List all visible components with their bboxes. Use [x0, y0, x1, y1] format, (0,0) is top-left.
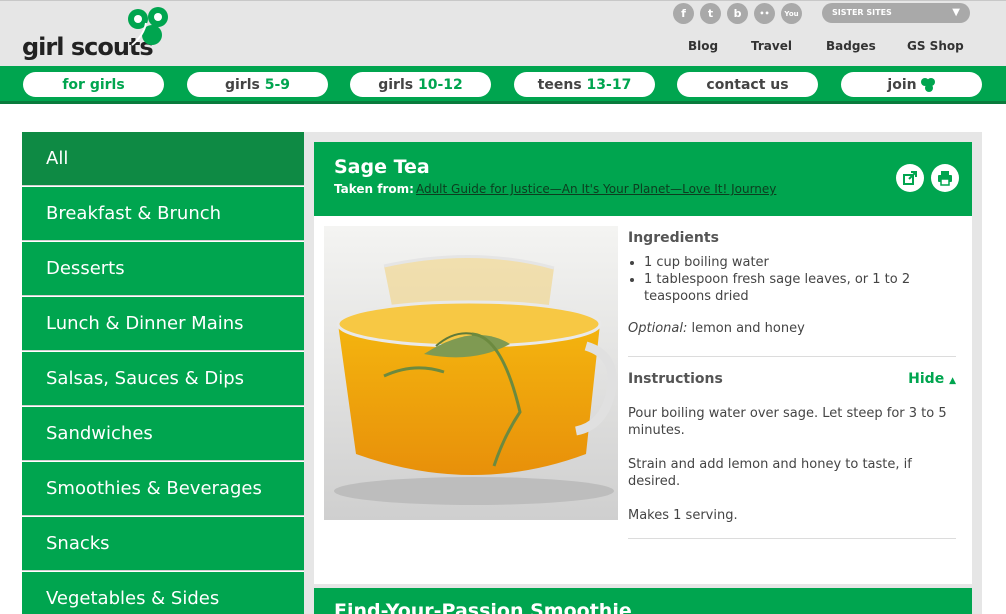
print-icon	[938, 171, 952, 186]
category-desserts[interactable]: Desserts	[22, 242, 304, 296]
main-nav: for girls girls 5-9 girls 10-12 teens 13…	[0, 66, 1006, 104]
recipe-body: Ingredients 1 cup boiling water 1 tables…	[314, 216, 972, 584]
sage-tea-photo	[324, 226, 618, 520]
optional-label: Optional:	[628, 321, 688, 336]
nav-girls-5-9[interactable]: girls 5-9	[187, 72, 328, 97]
taken-from-link[interactable]: Adult Guide for Justice—An It's Your Pla…	[416, 182, 776, 196]
ingredient-item: 1 tablespoon fresh sage leaves, or 1 to …	[644, 271, 956, 305]
twitter-icon[interactable]: t	[700, 3, 721, 24]
top-link-blog[interactable]: Blog	[688, 39, 718, 53]
nav-for-girls[interactable]: for girls	[23, 72, 164, 97]
ingredients-list: 1 cup boiling water 1 tablespoon fresh s…	[628, 254, 956, 305]
trefoil-icon	[920, 77, 935, 92]
category-sandwiches[interactable]: Sandwiches	[22, 407, 304, 461]
share-icon	[903, 171, 917, 185]
nav-join[interactable]: join	[841, 72, 982, 97]
instruction-step: Makes 1 serving.	[628, 508, 738, 523]
category-lunch-dinner-mains[interactable]: Lunch & Dinner Mains	[22, 297, 304, 351]
hide-instructions-toggle[interactable]: Hide ▲	[908, 371, 956, 387]
category-vegetables-sides[interactable]: Vegetables & Sides	[22, 572, 304, 614]
youtube-icon[interactable]: You	[781, 3, 802, 24]
category-sidebar: All Breakfast & Brunch Desserts Lunch & …	[22, 132, 330, 614]
taken-from-label: Taken from:	[334, 182, 414, 196]
chevron-down-icon: ▼	[952, 7, 960, 18]
nav-teens-13-17-word: teens	[537, 76, 587, 93]
category-all[interactable]: All	[22, 132, 330, 186]
instructions-header: Instructions Hide ▲	[628, 371, 956, 387]
nav-girls-5-9-range: 5-9	[264, 76, 291, 93]
optional-text: lemon and honey	[687, 321, 805, 336]
share-button[interactable]	[896, 164, 924, 192]
ingredient-item: 1 cup boiling water	[644, 254, 956, 271]
top-link-travel[interactable]: Travel	[751, 39, 792, 53]
blog-icon[interactable]: b	[727, 3, 748, 24]
nav-contact-us-label: contact us	[706, 76, 789, 93]
section-divider	[628, 356, 956, 357]
nav-join-label: join	[887, 76, 917, 93]
site-header: girl scouts f t b •• You SISTER SITES ▼ …	[0, 0, 1006, 66]
hide-label: Hide	[908, 371, 945, 387]
nav-girls-10-12-word: girls	[378, 76, 418, 93]
print-button[interactable]	[931, 164, 959, 192]
nav-girls-10-12-range: 10-12	[417, 76, 463, 93]
recipe-source: Taken from: Adult Guide for Justice—An It…	[334, 182, 776, 196]
instructions-heading: Instructions	[628, 371, 723, 387]
nav-contact-us[interactable]: contact us	[677, 72, 818, 97]
top-links: Blog Travel Badges GS Shop	[0, 39, 1006, 57]
nav-for-girls-label: for girls	[62, 76, 125, 93]
category-salsas-sauces-dips[interactable]: Salsas, Sauces & Dips	[22, 352, 304, 406]
recipe-panel: Sage Tea Taken from: Adult Guide for Just…	[304, 132, 982, 614]
sister-sites-dropdown[interactable]: SISTER SITES ▼	[822, 3, 970, 23]
category-breakfast-brunch[interactable]: Breakfast & Brunch	[22, 187, 304, 241]
recipe-title: Sage Tea	[334, 156, 430, 178]
flickr-icon[interactable]: ••	[754, 3, 775, 24]
category-smoothies-beverages[interactable]: Smoothies & Beverages	[22, 462, 304, 516]
instruction-step: Pour boiling water over sage. Let steep …	[628, 406, 947, 438]
next-recipe-header[interactable]: Find-Your-Passion Smoothie	[314, 588, 972, 614]
top-link-badges[interactable]: Badges	[826, 39, 876, 53]
ingredients-heading: Ingredients	[628, 230, 719, 246]
nav-girls-10-12[interactable]: girls 10-12	[350, 72, 491, 97]
instruction-step: Strain and add lemon and honey to taste,…	[628, 457, 912, 489]
nav-girls-5-9-word: girls	[224, 76, 265, 93]
recipe-details: Ingredients 1 cup boiling water 1 tables…	[628, 230, 956, 539]
facebook-icon[interactable]: f	[673, 3, 694, 24]
category-snacks[interactable]: Snacks	[22, 517, 304, 571]
optional-ingredients: Optional: lemon and honey	[628, 321, 956, 336]
recipe-header: Sage Tea Taken from: Adult Guide for Just…	[314, 142, 972, 216]
next-recipe-title: Find-Your-Passion Smoothie	[334, 600, 632, 614]
top-link-gs-shop[interactable]: GS Shop	[907, 39, 964, 53]
nav-teens-13-17-range: 13-17	[586, 76, 632, 93]
social-icons: f t b •• You	[673, 3, 802, 24]
caret-up-icon: ▲	[949, 376, 956, 386]
nav-teens-13-17[interactable]: teens 13-17	[514, 72, 655, 97]
section-divider	[628, 538, 956, 539]
sister-sites-label: SISTER SITES	[832, 8, 892, 17]
